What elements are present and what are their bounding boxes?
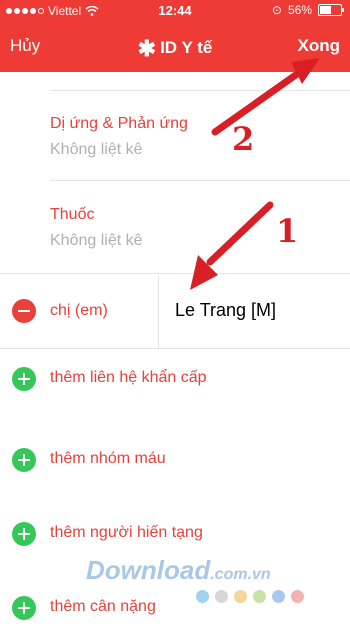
watermark-text: Download	[86, 555, 211, 585]
arrow-to-contact-icon	[190, 201, 274, 290]
annotation-arrows	[190, 58, 320, 290]
arrow-to-done-icon	[211, 58, 320, 136]
annotation-number-1: 1	[276, 212, 299, 250]
annotation-number-2: 2	[232, 120, 255, 158]
watermark-dots	[196, 590, 304, 603]
watermark-suffix: .com.vn	[210, 566, 271, 583]
watermark-logo: Download.com.vn	[86, 555, 271, 586]
